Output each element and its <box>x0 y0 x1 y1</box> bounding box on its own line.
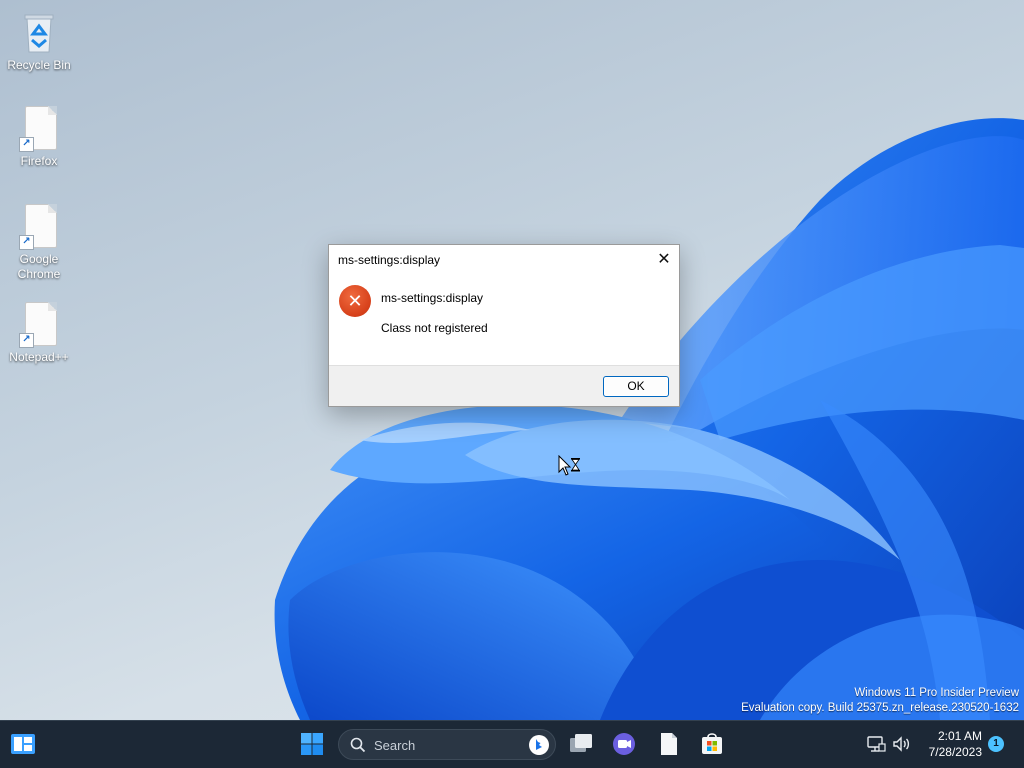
desktop-icon-recycle-bin[interactable]: Recycle Bin <box>1 10 77 73</box>
recycle-bin-icon <box>19 10 59 56</box>
dialog-body: ✕ ms-settings:display Class not register… <box>329 276 679 365</box>
desktop-icon-notepad-plus-plus[interactable]: ↗ Notepad++ <box>1 302 77 365</box>
task-view-icon <box>570 734 592 752</box>
network-icon[interactable] <box>866 734 886 754</box>
volume-icon[interactable] <box>891 734 911 754</box>
store-icon <box>702 733 722 754</box>
dialog-footer: OK <box>329 365 679 406</box>
search-placeholder: Search <box>374 738 416 753</box>
bing-icon[interactable] <box>528 734 550 756</box>
file-shortcut-icon: ↗ <box>19 204 59 250</box>
desktop-icon-label: Google Chrome <box>17 252 61 281</box>
close-button[interactable]: ✕ <box>649 245 679 275</box>
watermark-line-2: Evaluation copy. Build 25375.zn_release.… <box>741 702 1019 714</box>
widgets-button[interactable] <box>6 727 40 761</box>
dialog-message: Class not registered <box>381 321 488 335</box>
ok-button[interactable]: OK <box>603 376 669 397</box>
windows-logo-icon <box>301 733 323 755</box>
error-icon: ✕ <box>339 285 371 317</box>
notepad-button[interactable] <box>651 727 685 761</box>
file-shortcut-icon: ↗ <box>19 302 59 348</box>
widgets-icon <box>11 734 35 754</box>
busy-cursor-icon <box>558 455 580 476</box>
start-button[interactable] <box>295 727 329 761</box>
evaluation-watermark: Windows 11 Pro Insider Preview Evaluatio… <box>741 686 1019 716</box>
desktop-icon-label: Firefox <box>20 154 58 168</box>
notification-badge[interactable]: 1 <box>988 736 1004 752</box>
error-dialog: ms-settings:display ✕ ✕ ms-settings:disp… <box>328 244 680 407</box>
microsoft-store-button[interactable] <box>695 727 729 761</box>
file-shortcut-icon: ↗ <box>19 106 59 152</box>
desktop-icon-google-chrome[interactable]: ↗ Google Chrome <box>1 204 77 282</box>
shortcut-arrow-icon: ↗ <box>19 333 34 348</box>
watermark-line-1: Windows 11 Pro Insider Preview <box>854 687 1019 699</box>
taskbar: Search 2:01 AM 7/28/2023 1 <box>0 720 1024 768</box>
desktop-icon-label: Notepad++ <box>9 350 69 364</box>
clock-time: 2:01 AM <box>937 729 982 743</box>
close-icon: ✕ <box>657 251 671 268</box>
desktop: Recycle Bin ↗ Firefox ↗ Google Chrome ↗ … <box>0 0 1024 720</box>
search-icon <box>350 737 366 753</box>
shortcut-arrow-icon: ↗ <box>19 137 34 152</box>
dialog-heading: ms-settings:display <box>381 291 484 305</box>
dialog-title: ms-settings:display <box>338 253 441 267</box>
dialog-titlebar[interactable]: ms-settings:display ✕ <box>329 245 679 276</box>
desktop-icon-label: Recycle Bin <box>7 58 71 72</box>
clock-date: 7/28/2023 <box>928 745 982 759</box>
search-input[interactable]: Search <box>338 729 556 760</box>
file-icon <box>661 733 677 755</box>
shortcut-arrow-icon: ↗ <box>19 235 34 250</box>
clock[interactable]: 2:01 AM 7/28/2023 <box>918 728 982 760</box>
task-view-button[interactable] <box>564 727 598 761</box>
chat-button[interactable] <box>607 727 641 761</box>
teams-chat-icon <box>613 733 635 755</box>
desktop-icon-firefox[interactable]: ↗ Firefox <box>1 106 77 169</box>
